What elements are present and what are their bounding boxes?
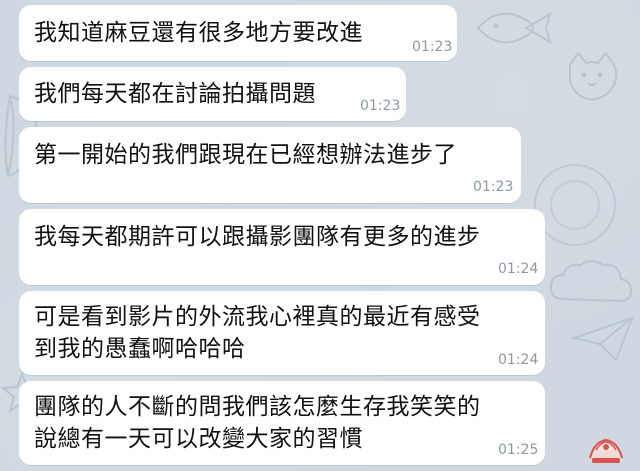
message-text-line-2: 到我的愚蠢啊哈哈哈 — [34, 336, 246, 362]
wallpaper-paper-plane-icon — [570, 316, 634, 362]
message-bubble[interactable]: 我們每天都在討論拍攝問題 01:23 — [19, 67, 406, 121]
wallpaper-fish-icon — [476, 11, 552, 45]
message-timestamp: 01:23 — [412, 39, 453, 55]
message-text: 我知道麻豆還有很多地方要改進 — [34, 20, 363, 46]
wallpaper-cat-icon — [569, 51, 618, 101]
wallpaper-cloud-icon — [549, 260, 633, 303]
message-text-line-1: 團隊的人不斷的問我們該怎麼生存我笑笑的 — [34, 394, 481, 420]
message-timestamp: 01:24 — [498, 352, 539, 368]
message-timestamp: 01:23 — [360, 98, 401, 114]
message-timestamp: 01:25 — [498, 442, 539, 458]
message-bubble[interactable]: 我每天都期許可以跟攝影團隊有更多的進步 01:24 — [19, 209, 545, 285]
message-bubble[interactable]: 我知道麻豆還有很多地方要改進 01:23 — [19, 5, 457, 61]
message-text-line-1: 可是看到影片的外流我心裡真的最近有感受 — [34, 304, 481, 330]
message-text: 我們每天都在討論拍攝問題 — [34, 81, 316, 107]
message-timestamp: 01:23 — [473, 179, 514, 195]
message-text-line-2: 說總有一天可以改變大家的習慣 — [34, 426, 363, 452]
watermark-logo-icon — [589, 438, 623, 463]
message-bubble[interactable]: 第一開始的我們跟現在已經想辦法進步了 01:23 — [19, 127, 521, 203]
message-bubble[interactable]: 團隊的人不斷的問我們該怎麼生存我笑笑的 說總有一天可以改變大家的習慣 01:25 — [19, 381, 545, 465]
message-text: 第一開始的我們跟現在已經想辦法進步了 — [34, 142, 457, 168]
message-text: 我每天都期許可以跟攝影團隊有更多的進步 — [34, 224, 481, 250]
message-bubble[interactable]: 可是看到影片的外流我心裡真的最近有感受 到我的愚蠢啊哈哈哈 01:24 — [19, 291, 545, 375]
message-timestamp: 01:24 — [498, 261, 539, 277]
